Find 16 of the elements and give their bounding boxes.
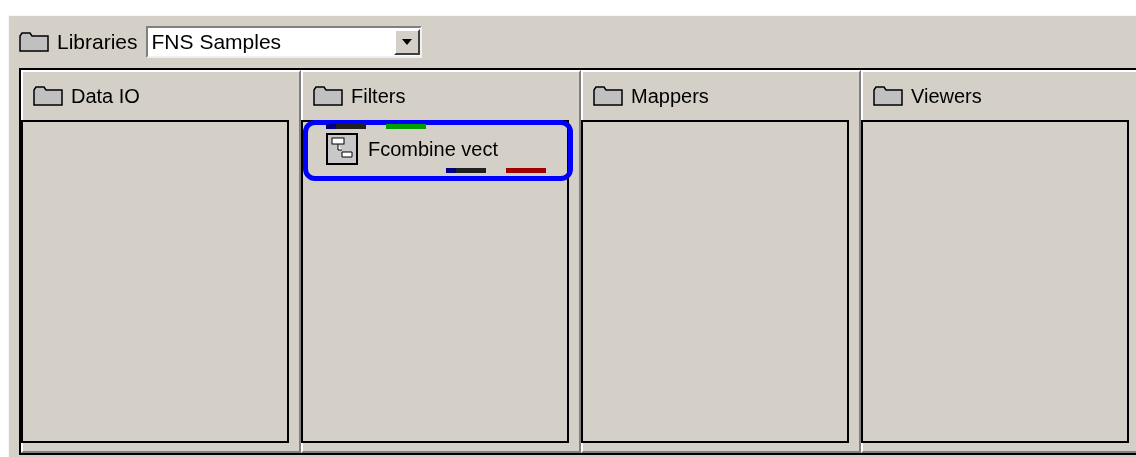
module-name: Fcombine vect — [368, 137, 499, 162]
column-title: Data IO — [71, 84, 140, 109]
folder-icon — [873, 86, 903, 106]
column-title: Viewers — [911, 84, 982, 109]
libraries-label: Libraries — [57, 29, 138, 56]
folder-icon — [313, 86, 343, 106]
dropdown-button[interactable] — [393, 29, 420, 55]
module-icon — [326, 133, 358, 165]
caret-icon — [401, 39, 412, 45]
module-item[interactable]: Fcombine vect — [303, 120, 573, 181]
folder-icon — [593, 86, 623, 106]
column-title: Filters — [351, 84, 406, 109]
column-title: Mappers — [631, 84, 709, 109]
folder-icon — [19, 32, 49, 52]
library-dropdown[interactable]: FNS Samples — [145, 26, 422, 58]
folder-icon — [33, 86, 63, 106]
